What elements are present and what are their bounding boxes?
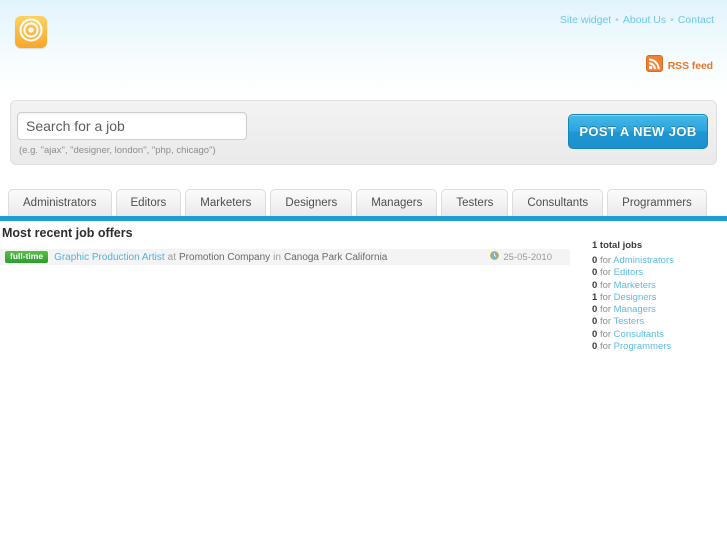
bullseye-target-icon (19, 17, 43, 47)
sidebar-link-programmers[interactable]: Programmers (614, 341, 672, 352)
nav-link-contact[interactable]: Contact (678, 14, 714, 26)
for-word-1: for (599, 267, 612, 279)
sidebar-link-designers[interactable]: Designers (614, 292, 657, 303)
tab-managers[interactable]: Managers (356, 189, 438, 216)
sidebar-item-programmers[interactable]: 0 for Programmers (592, 341, 722, 353)
page-title: Most recent job offers (2, 226, 133, 240)
sidebar-item-testers[interactable]: 0 for Testers (592, 316, 722, 328)
for-word-7: for (599, 341, 612, 353)
count-managers: 0 (592, 304, 598, 316)
page-root: Site widget • About Us • Contact RSS feed (e… (0, 0, 727, 545)
sidebar-item-marketers[interactable]: 0 for Marketers (592, 280, 722, 292)
clock-icon (490, 251, 500, 263)
for-word-4: for (599, 304, 612, 316)
count-marketers: 0 (592, 279, 598, 291)
sidebar-link-marketers[interactable]: Marketers (614, 280, 656, 291)
status-badge: full-time (5, 251, 49, 263)
tab-testers[interactable]: Testers (441, 189, 509, 216)
job-company: Promotion Company (179, 251, 271, 263)
tab-consultants[interactable]: Consultants (512, 189, 604, 216)
rss-feed-icon (645, 55, 663, 77)
post-a-new-job-button[interactable]: POST A NEW JOB (568, 114, 708, 149)
sidebar-item-administrators[interactable]: 0 for Administrators (592, 255, 722, 267)
search-hint-text: (e.g. "ajax", "designer, london", "php, … (19, 145, 216, 156)
nav-link-about-us[interactable]: About Us (623, 14, 666, 26)
sidebar-item-managers[interactable]: 0 for Managers (592, 304, 722, 316)
search-input[interactable] (17, 112, 247, 140)
job-date: 25-05-2010 (490, 251, 552, 263)
sidebar-item-designers[interactable]: 1 for Designers (592, 292, 722, 304)
sidebar-link-editors[interactable]: Editors (614, 267, 644, 278)
rss-feed-label: RSS feed (667, 60, 713, 72)
job-location: Canoga Park California (283, 251, 388, 263)
job-date-text: 25-05-2010 (503, 251, 552, 263)
search-panel: (e.g. "ajax", "designer, london", "php, … (10, 100, 717, 165)
tab-administrators[interactable]: Administrators (8, 189, 112, 216)
job-title-link[interactable]: Graphic Production Artist (54, 252, 165, 263)
tab-editors[interactable]: Editors (115, 189, 182, 216)
count-administrators: 0 (592, 255, 598, 266)
tab-programmers[interactable]: Programmers (607, 189, 707, 216)
sidebar-item-consultants[interactable]: 0 for Consultants (592, 329, 722, 341)
sidebar-item-editors[interactable]: 0 for Editors (592, 267, 722, 279)
nav-separator-1: • (615, 14, 619, 26)
for-word-3: for (599, 291, 612, 303)
nav-separator-2: • (670, 14, 674, 26)
sidebar-link-managers[interactable]: Managers (614, 304, 656, 315)
job-in-word: in (273, 251, 281, 263)
count-editors: 0 (592, 267, 598, 279)
for-word-2: for (599, 279, 612, 291)
sidebar-link-administrators[interactable]: Administrators (613, 255, 674, 266)
job-list: full-time Graphic Production Artist at P… (0, 248, 570, 265)
site-logo[interactable] (15, 16, 47, 48)
table-row[interactable]: full-time Graphic Production Artist at P… (0, 248, 570, 265)
for-word-5: for (599, 316, 612, 328)
tab-designers[interactable]: Designers (270, 189, 353, 216)
sidebar-link-consultants[interactable]: Consultants (614, 329, 664, 340)
for-word-6: for (599, 328, 612, 340)
count-programmers: 0 (592, 341, 598, 353)
category-tabs: Administrators Editors Marketers Designe… (8, 189, 707, 216)
tabs-accent-bar (0, 216, 727, 221)
job-at-word: at (167, 251, 177, 263)
count-designers: 1 (592, 291, 598, 303)
rss-feed-link[interactable]: RSS feed (645, 55, 713, 77)
total-jobs-label: 1 total jobs (592, 240, 643, 251)
job-counts-sidebar: 1 total jobs 0 for Administrators 0 for … (592, 240, 722, 353)
nav-link-site-widget[interactable]: Site widget (560, 14, 611, 26)
tab-marketers[interactable]: Marketers (185, 189, 267, 216)
sidebar-link-testers[interactable]: Testers (614, 316, 645, 327)
site-header: Site widget • About Us • Contact RSS feed (0, 0, 727, 96)
count-testers: 0 (592, 316, 598, 328)
top-navigation: Site widget • About Us • Contact (560, 14, 714, 26)
for-word-0: for (599, 255, 612, 266)
count-consultants: 0 (592, 328, 598, 340)
